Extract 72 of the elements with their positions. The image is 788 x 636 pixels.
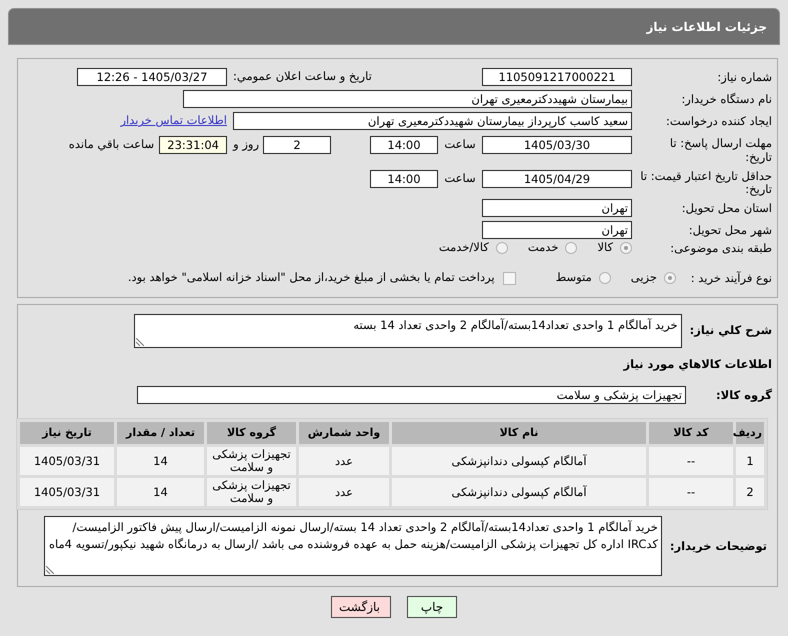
column-header: تعداد / مقدار (117, 422, 204, 444)
column-header: ردیف (736, 422, 764, 444)
city-field: تهران (482, 221, 632, 239)
option-label: کالا/خدمت (438, 239, 489, 256)
column-header: نام کالا (392, 422, 646, 444)
buyer-org-field: بیمارستان شهیددکترمعیری تهران (183, 90, 632, 108)
table-cell: آمالگام کپسولی دندانپزشکی (392, 447, 646, 476)
remaining-time-label: ساعت باقي مانده (68, 136, 154, 153)
print-button[interactable]: چاپ (407, 596, 457, 618)
table-cell: 1405/03/31 (20, 447, 114, 476)
checkbox-label: پرداخت تمام یا بخشی از مبلغ خرید،از محل "اسناد خزانه اسلامی" خواهد بود. (128, 269, 495, 286)
column-header: گروه کالا (207, 422, 296, 444)
time-field: 14:00 (370, 170, 438, 188)
radio-button[interactable] (496, 242, 508, 254)
contact-info-link[interactable]: اطلاعات تماس خریدار (120, 112, 227, 130)
radio-button[interactable] (565, 242, 578, 254)
field-label: حداقل تاریخ اعتبار قیمت: تا تاریخ: (639, 170, 772, 196)
radio-button[interactable] (664, 272, 676, 284)
table-cell: تجهیزات پزشکی و سلامت (207, 478, 296, 506)
radio-button[interactable] (598, 272, 611, 284)
option-label: خدمت (528, 239, 558, 256)
table-cell: 1405/03/31 (20, 478, 114, 506)
need-number-field: 1105091217000221 (482, 68, 632, 86)
checkbox[interactable] (502, 272, 516, 284)
table-cell: عدد (299, 447, 389, 476)
field-label: شماره نیاز: (716, 70, 772, 84)
option-label: متوسط (556, 269, 592, 286)
section-heading: اطلاعات کالاهاي مورد نیاز (622, 356, 772, 373)
field-label: نام دستگاه خریدار: (680, 92, 772, 106)
field-label: تاریخ و ساعت اعلان عمومي: (233, 68, 373, 86)
time-field: 14:00 (370, 136, 438, 154)
goods-group-field: تجهیزات پزشکی و سلامت (137, 386, 686, 404)
page-title: جزئیات اطلاعات نیاز (646, 18, 767, 36)
option-label: جزیی (630, 269, 657, 286)
table-cell: تجهیزات پزشکی و سلامت (207, 447, 296, 476)
buyer-notes-text: خرید آمالگام 1 واحدی تعداد14بسته/آمالگام 2 واحدی تعداد 14 بسته/ارسال نمونه الزامیست/ارسال پیش فاکتور الزامیست/کدIRC اداره کل تجهیزات پزشکی الزامیست/هزینه حمل به عهده فروشنده می باشد /ارسال به درمانگاه شهید نیکپور/تسویه 4ماه (48, 520, 658, 552)
option-label: کالا (597, 239, 613, 256)
announcement-date-field: 1405/03/27 - 12:26 (77, 68, 227, 86)
column-header: تاریخ نیاز (20, 422, 114, 444)
field-label: گروه کالا: (715, 388, 772, 403)
resize-grip-icon[interactable] (46, 566, 54, 574)
field-label: استان محل تحویل: (680, 200, 772, 216)
field-label: مهلت ارسال پاسخ: تا تاریخ: (668, 136, 772, 164)
field-label: ایجاد کننده درخواست: (665, 114, 772, 128)
table-cell: عدد (299, 478, 389, 506)
time-label: ساعت (443, 170, 477, 187)
field-label: شرح کلي نیاز: (690, 322, 772, 340)
table-cell: آمالگام کپسولی دندانپزشکی (392, 478, 646, 506)
province-field: تهران (482, 199, 632, 217)
days-label: روز و (233, 136, 259, 153)
radio-button[interactable] (620, 242, 632, 254)
resize-grip-icon[interactable] (136, 338, 144, 346)
date-field: 1405/04/29 (482, 170, 632, 188)
time-label: ساعت (443, 136, 477, 153)
table-cell: 14 (117, 478, 204, 506)
requester-field: سعید کاسب کارپرداز بیمارستان شهیددکترمعیری تهران (233, 112, 632, 130)
days-field: 2 (263, 136, 331, 154)
column-header: واحد شمارش (299, 422, 389, 444)
table-cell: 14 (117, 447, 204, 476)
field-label: شهر محل تحویل: (688, 224, 772, 236)
back-button[interactable]: بازگشت (331, 596, 391, 618)
field-label: طبقه بندی موضوعی: (669, 240, 772, 256)
column-header: کد کالا (649, 422, 733, 444)
date-field: 1405/03/30 (482, 136, 632, 154)
table-cell: 1 (736, 447, 764, 476)
field-label: توضیحات خریدار: (670, 538, 767, 555)
table-cell: -- (649, 447, 733, 476)
remaining-time-field: 23:31:04 (159, 136, 228, 154)
table-cell: -- (649, 478, 733, 506)
table-cell: 2 (736, 478, 764, 506)
description-text: خرید آمالگام 1 واحدی تعداد14بسته/آمالگام 2 واحدی تعداد 14 بسته (353, 318, 678, 332)
field-label: نوع فرآیند خرید : (690, 270, 772, 286)
